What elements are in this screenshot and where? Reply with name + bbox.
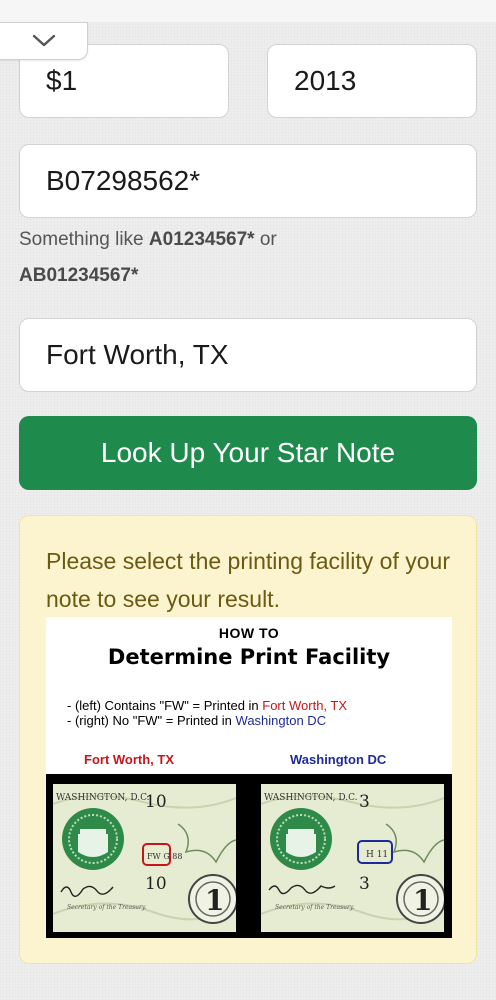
note-fine-print: Secretary of the Treasury. [67, 904, 146, 911]
note-face-value: 1 [413, 884, 432, 917]
top-bar [0, 0, 496, 22]
print-location-select[interactable]: Fort Worth, TX [19, 318, 477, 392]
year-value: 2013 [294, 65, 357, 96]
result-message: Please select the printing facility of y… [46, 548, 450, 612]
denomination-value: $1 [46, 65, 78, 96]
note-plate: FW G 88 [147, 852, 182, 861]
label-fort-worth: Fort Worth, TX [84, 752, 175, 767]
note-comparison-strip: WASHINGTON, D.C. 10 FW G 88 10 Secretary… [46, 774, 452, 938]
note-fort-worth: WASHINGTON, D.C. 10 FW G 88 10 Secretary… [53, 784, 236, 932]
note-city: WASHINGTON, D.C. [264, 793, 358, 803]
line1-prefix: - (left) Contains "FW" = Printed in [67, 698, 263, 713]
collapse-toggle-button[interactable] [0, 22, 88, 60]
infographic-title: Determine Print Facility [107, 645, 391, 669]
note-plate: H 11 [366, 850, 388, 860]
infographic-line-left: - (left) Contains "FW" = Printed in Fort… [67, 698, 347, 713]
hint-example-2: AB01234567* [19, 265, 139, 286]
hint-or: or [254, 229, 277, 250]
hint-prefix: Something like [19, 229, 149, 250]
note-number-bottom: 3 [359, 874, 370, 894]
line2-prefix: - (right) No "FW" = Printed in [67, 713, 236, 728]
year-select[interactable]: 2013 [267, 44, 477, 118]
chevron-down-icon [32, 34, 55, 47]
note-city: WASHINGTON, D.C. [56, 793, 150, 803]
note-number-top: 10 [145, 792, 167, 812]
dollar-face-emblem: 1 [188, 874, 236, 924]
note-number-bottom: 10 [145, 874, 167, 894]
print-location-value: Fort Worth, TX [46, 339, 229, 370]
treasury-seal-icon [62, 808, 124, 870]
look-up-star-note-button[interactable]: Look Up Your Star Note [19, 416, 477, 490]
hint-example-1: A01234567* [148, 229, 255, 250]
serial-hint: Something like A01234567* or AB01234567* [19, 222, 459, 294]
note-fine-print: Secretary of the Treasury. [275, 904, 354, 911]
infographic-line-right: - (right) No "FW" = Printed in Washingto… [67, 713, 326, 728]
note-face-value: 1 [205, 884, 224, 917]
serial-number-value: B07298562* [46, 165, 201, 196]
serial-number-input[interactable]: B07298562* [19, 144, 477, 218]
line2-place: Washington DC [235, 713, 327, 728]
result-panel: Please select the printing facility of y… [19, 515, 477, 964]
line1-place: Fort Worth, TX [262, 698, 348, 713]
treasury-seal-icon [270, 808, 332, 870]
print-facility-infographic: HOW TO Determine Print Facility - (left)… [46, 617, 452, 938]
note-washington: WASHINGTON, D.C. 3 H 11 3 Secretary of t… [261, 784, 444, 932]
dollar-face-emblem: 1 [396, 874, 444, 924]
note-number-top: 3 [359, 792, 370, 812]
label-washington: Washington DC [290, 752, 387, 767]
infographic-howto: HOW TO [218, 625, 280, 641]
